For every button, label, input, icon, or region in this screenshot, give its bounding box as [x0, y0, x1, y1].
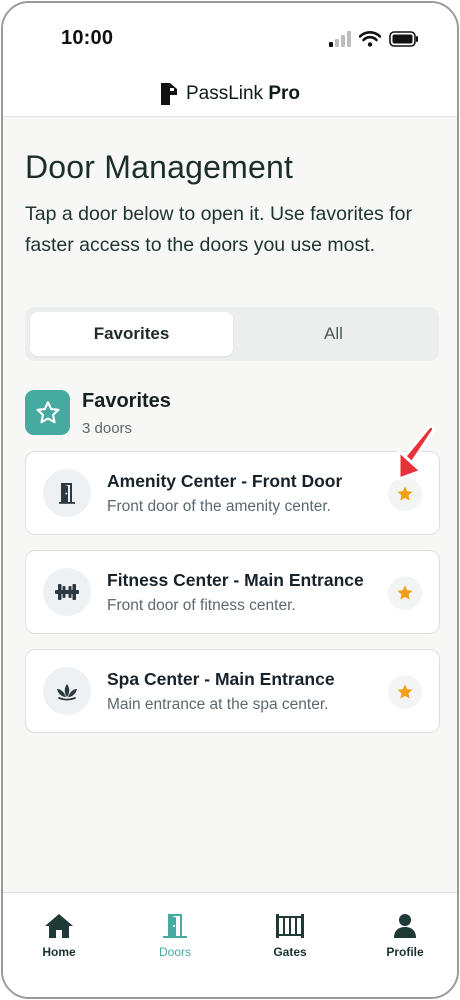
segmented-control: Favorites All — [25, 307, 439, 361]
tab-all[interactable]: All — [232, 312, 435, 356]
brand-logo: PassLink Pro — [3, 83, 457, 105]
door-card-spa-center[interactable]: Spa Center - Main Entrance Main entrance… — [25, 649, 440, 733]
door-title: Spa Center - Main Entrance — [107, 669, 335, 689]
tab-favorites[interactable]: Favorites — [30, 312, 233, 356]
home-icon — [45, 914, 73, 938]
favorite-toggle-button[interactable] — [388, 675, 422, 709]
nav-item-gates[interactable]: Gates — [250, 913, 330, 959]
page-subtitle: Tap a door below to open it. Use favorit… — [25, 203, 412, 256]
favorite-toggle-button[interactable] — [388, 576, 422, 610]
star-filled-icon — [397, 585, 413, 600]
star-filled-icon — [397, 486, 413, 501]
page-title: Door Management — [25, 149, 294, 185]
nav-label: Profile — [386, 945, 424, 959]
door-icon-badge — [43, 469, 91, 517]
status-icons — [329, 29, 419, 49]
favorites-section-icon — [25, 390, 70, 435]
wifi-icon — [359, 31, 381, 47]
app-header: 10:00 PassLink Pro — [3, 3, 457, 117]
door-icon — [163, 914, 187, 938]
door-description: Front door of the amenity center. — [107, 498, 332, 515]
nav-label: Doors — [158, 945, 191, 959]
person-icon — [394, 914, 416, 938]
door-title: Fitness Center - Main Entrance — [107, 570, 364, 590]
passlink-logo-icon — [160, 83, 177, 105]
nav-label: Gates — [273, 945, 307, 959]
battery-icon — [389, 31, 418, 47]
brand-name: PassLink Pro — [185, 83, 301, 104]
section-count: 3 doors — [82, 420, 133, 437]
door-icon — [59, 483, 75, 504]
dumbbell-icon — [55, 584, 79, 600]
gate-icon — [276, 914, 304, 938]
dumbbell-icon-badge — [43, 568, 91, 616]
status-time: 10:00 — [61, 27, 114, 49]
nav-item-home[interactable]: Home — [19, 913, 99, 959]
nav-item-profile[interactable]: Profile — [365, 913, 445, 959]
lotus-icon-badge — [43, 667, 91, 715]
door-card-fitness-center[interactable]: Fitness Center - Main Entrance Front doo… — [25, 550, 440, 634]
nav-item-doors[interactable]: Doors — [135, 913, 215, 959]
door-title: Amenity Center - Front Door — [107, 471, 343, 491]
door-description: Main entrance at the spa center. — [107, 696, 329, 713]
lotus-icon — [57, 684, 77, 701]
pointer-cursor-icon — [397, 424, 436, 481]
section-title: Favorites — [82, 390, 171, 412]
cellular-signal-icon — [329, 31, 351, 47]
door-card-amenity-center[interactable]: Amenity Center - Front Door Front door o… — [25, 451, 440, 535]
star-filled-icon — [397, 684, 413, 699]
phone-frame: 10:00 PassLink Pro Door Management Tap a… — [1, 1, 459, 999]
door-description: Front door of fitness center. — [107, 597, 296, 614]
bottom-nav: Home Doors Gates Profile — [3, 892, 457, 997]
star-icon — [35, 400, 60, 423]
nav-label: Home — [42, 945, 76, 959]
